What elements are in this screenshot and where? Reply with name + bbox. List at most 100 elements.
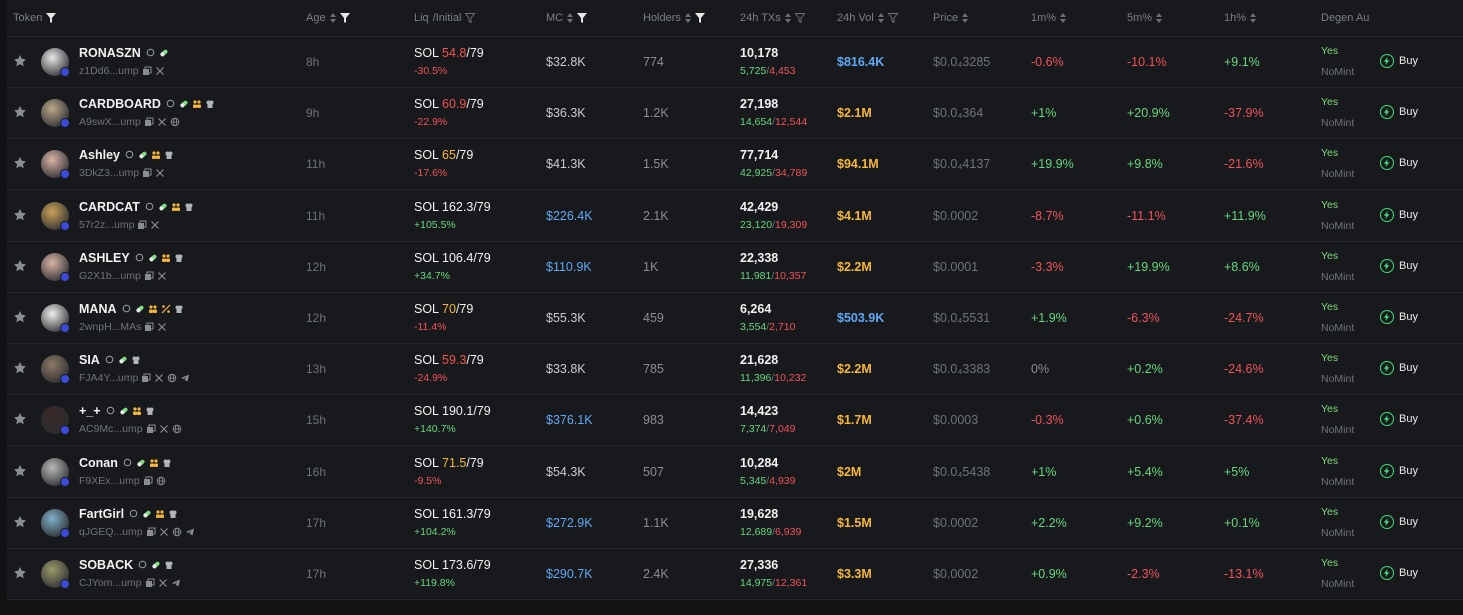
- x-icon[interactable]: [159, 424, 169, 434]
- buy-button[interactable]: Buy: [1380, 514, 1418, 529]
- token-name-label[interactable]: ASHLEY: [79, 251, 130, 265]
- table-row[interactable]: Ashley 3DkZ3...ump 11h SOL 65/79 -17.6% $41.3…: [7, 139, 1463, 191]
- header-5m[interactable]: 5m%: [1127, 12, 1163, 24]
- table-row[interactable]: RONASZN z1Dd6...ump 8h SOL 54.8/79 -30.5% $32…: [7, 37, 1463, 88]
- globe-icon[interactable]: [170, 117, 180, 127]
- header-token[interactable]: Token: [13, 12, 57, 24]
- header-price[interactable]: Price: [933, 12, 969, 24]
- buy-button-label[interactable]: Buy: [1399, 106, 1418, 118]
- header-1h[interactable]: 1h%: [1224, 12, 1257, 24]
- table-row[interactable]: Conan F9XEx...ump 16h SOL 71.5/79 -9.5% $54.3…: [7, 447, 1463, 498]
- star-icon[interactable]: [13, 464, 27, 478]
- star-icon[interactable]: [13, 156, 27, 170]
- search-icon[interactable]: [105, 355, 115, 365]
- table-row[interactable]: ASHLEY G2X1b...ump 12h SOL 106.4/79 +34.7% $1…: [7, 242, 1463, 293]
- search-icon[interactable]: [125, 150, 135, 160]
- token-name[interactable]: Ashley: [79, 148, 174, 162]
- header-txs[interactable]: 24h TXs: [740, 12, 805, 24]
- star-icon[interactable]: [13, 54, 27, 68]
- star-icon[interactable]: [13, 361, 27, 375]
- buy-button[interactable]: Buy: [1380, 105, 1418, 120]
- table-row[interactable]: SIA FJA4Y...ump 13h SOL 59.3/79 -24.9% $33.8K…: [7, 344, 1463, 396]
- table-row[interactable]: MANA 2wnpH...MAs 12h SOL 70/79 -11.4% $55.3K 4…: [7, 293, 1463, 344]
- header-vol[interactable]: 24h Vol: [837, 12, 898, 24]
- copy-icon[interactable]: [144, 271, 154, 281]
- x-icon[interactable]: [158, 578, 168, 588]
- copy-icon[interactable]: [142, 66, 152, 76]
- copy-icon[interactable]: [144, 322, 154, 332]
- search-icon[interactable]: [129, 509, 139, 519]
- token-name-label[interactable]: SOBACK: [79, 558, 133, 572]
- star-icon[interactable]: [13, 259, 27, 273]
- search-icon[interactable]: [106, 406, 116, 416]
- table-row[interactable]: +_+ AC9Mc...ump 15h SOL 190.1/79 +140.7% $376…: [7, 395, 1463, 447]
- buy-button-label[interactable]: Buy: [1399, 311, 1418, 323]
- x-icon[interactable]: [157, 322, 167, 332]
- header-mc[interactable]: MC: [546, 12, 588, 24]
- copy-icon[interactable]: [145, 578, 155, 588]
- globe-icon[interactable]: [172, 527, 182, 537]
- search-icon[interactable]: [122, 304, 132, 314]
- buy-button-label[interactable]: Buy: [1399, 465, 1418, 477]
- token-name[interactable]: CARDBOARD: [79, 97, 215, 111]
- globe-icon[interactable]: [156, 476, 166, 486]
- table-row[interactable]: FartGirl qJGEQ...ump 17h SOL 161.3/79 +104.2…: [7, 498, 1463, 549]
- token-name[interactable]: MANA: [79, 302, 184, 316]
- copy-icon[interactable]: [141, 373, 151, 383]
- token-name-label[interactable]: FartGirl: [79, 507, 124, 521]
- sort-icon[interactable]: [684, 13, 691, 23]
- filter-icon[interactable]: [794, 13, 805, 23]
- filter-icon[interactable]: [694, 13, 705, 23]
- filter-icon[interactable]: [887, 13, 898, 23]
- copy-icon[interactable]: [142, 168, 152, 178]
- x-icon[interactable]: [155, 66, 165, 76]
- buy-button-label[interactable]: Buy: [1399, 362, 1418, 374]
- telegram-icon[interactable]: [180, 373, 190, 383]
- sort-icon[interactable]: [1250, 13, 1257, 23]
- search-icon[interactable]: [146, 48, 156, 58]
- sort-icon[interactable]: [784, 13, 791, 23]
- buy-button-label[interactable]: Buy: [1399, 55, 1418, 67]
- sort-icon[interactable]: [329, 13, 336, 23]
- buy-button[interactable]: Buy: [1380, 463, 1418, 478]
- filter-icon[interactable]: [46, 13, 57, 23]
- buy-button[interactable]: Buy: [1380, 156, 1418, 171]
- buy-button[interactable]: Buy: [1380, 412, 1418, 427]
- x-icon[interactable]: [157, 117, 167, 127]
- filter-icon[interactable]: [465, 13, 476, 23]
- token-name[interactable]: SOBACK: [79, 558, 174, 572]
- search-icon[interactable]: [166, 99, 176, 109]
- search-icon[interactable]: [135, 253, 145, 263]
- x-icon[interactable]: [159, 527, 169, 537]
- token-name[interactable]: Conan: [79, 456, 172, 470]
- copy-icon[interactable]: [137, 220, 147, 230]
- buy-button[interactable]: Buy: [1380, 361, 1418, 376]
- token-name[interactable]: SIA: [79, 353, 141, 367]
- globe-icon[interactable]: [172, 424, 182, 434]
- token-name[interactable]: RONASZN: [79, 46, 169, 60]
- buy-button-label[interactable]: Buy: [1399, 516, 1418, 528]
- buy-button[interactable]: Buy: [1380, 258, 1418, 273]
- token-name[interactable]: +_+: [79, 404, 155, 418]
- sort-icon[interactable]: [877, 13, 884, 23]
- buy-button[interactable]: Buy: [1380, 566, 1418, 580]
- telegram-icon[interactable]: [171, 578, 181, 588]
- filter-icon[interactable]: [577, 13, 588, 23]
- header-liq[interactable]: Liq /Initial: [414, 12, 476, 24]
- sort-icon[interactable]: [567, 13, 574, 23]
- table-row[interactable]: CARDBOARD A9swX...ump 9h SOL 60.9/79 -22.9% $…: [7, 88, 1463, 140]
- buy-button-label[interactable]: Buy: [1399, 413, 1418, 425]
- copy-icon[interactable]: [143, 476, 153, 486]
- buy-button-label[interactable]: Buy: [1399, 567, 1418, 579]
- globe-icon[interactable]: [167, 373, 177, 383]
- search-icon[interactable]: [138, 560, 148, 570]
- token-name-label[interactable]: Ashley: [79, 148, 120, 162]
- table-row[interactable]: SOBACK CJYom...ump 17h SOL 173.6/79 +119.8% $…: [7, 549, 1463, 600]
- token-name-label[interactable]: SIA: [79, 353, 100, 367]
- star-icon[interactable]: [13, 105, 27, 119]
- token-name[interactable]: ASHLEY: [79, 251, 184, 265]
- copy-icon[interactable]: [146, 527, 156, 537]
- star-icon[interactable]: [13, 412, 27, 426]
- star-icon[interactable]: [13, 515, 27, 529]
- header-age[interactable]: Age: [306, 12, 350, 24]
